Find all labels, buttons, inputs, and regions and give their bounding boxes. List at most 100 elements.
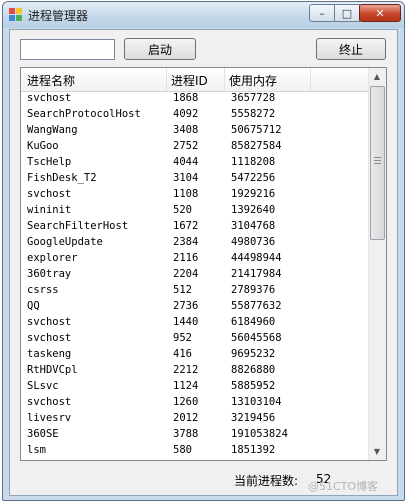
- column-divider[interactable]: [310, 68, 311, 91]
- table-row[interactable]: svchost 1440 6184960: [21, 315, 370, 331]
- process-name-input[interactable]: [20, 39, 115, 60]
- scroll-down-arrow-icon[interactable]: ▼: [369, 443, 385, 460]
- scrollbar-thumb[interactable]: [370, 86, 385, 240]
- start-button[interactable]: 启动: [124, 38, 196, 60]
- memory-cell: 1929216: [231, 188, 276, 200]
- grip-line: [374, 160, 381, 161]
- process-name-cell: svchost: [27, 188, 72, 200]
- memory-cell: 3657728: [231, 92, 276, 104]
- process-list[interactable]: 进程名称 进程ID 使用内存 svchost 1868 3657728 SearchP…: [20, 67, 387, 461]
- process-id-cell: 2012: [173, 412, 199, 424]
- process-name-cell: 360tray: [27, 268, 72, 280]
- memory-cell: 1851392: [231, 444, 276, 456]
- vertical-scrollbar[interactable]: ▲ ▼: [368, 68, 386, 460]
- memory-cell: 1118208: [231, 156, 276, 168]
- process-name-cell: 360SE: [27, 428, 59, 440]
- memory-cell: 13103104: [231, 396, 282, 408]
- process-name-cell: TscHelp: [27, 156, 72, 168]
- process-name-cell: RtHDVCpl: [27, 364, 78, 376]
- process-name-cell: QQ: [27, 300, 40, 312]
- memory-cell: 3104768: [231, 220, 276, 232]
- process-id-cell: 952: [173, 332, 192, 344]
- process-id-cell: 1868: [173, 92, 199, 104]
- table-row[interactable]: svchost 1108 1929216: [21, 187, 370, 203]
- table-row[interactable]: wininit 520 1392640: [21, 203, 370, 219]
- memory-cell: 5885952: [231, 380, 276, 392]
- process-name-cell: svchost: [27, 332, 72, 344]
- memory-cell: 9695232: [231, 348, 276, 360]
- process-name-cell: wininit: [27, 204, 72, 216]
- client-area: 启动 终止 进程名称 进程ID 使用内存 svchost 1868 3657728 S…: [9, 29, 398, 496]
- process-id-cell: 2736: [173, 300, 199, 312]
- memory-cell: 21417984: [231, 268, 282, 280]
- column-header-pid[interactable]: 进程ID: [171, 72, 208, 89]
- table-row[interactable]: QQ 2736 55877632: [21, 299, 370, 315]
- table-row[interactable]: TscHelp 4044 1118208: [21, 155, 370, 171]
- process-id-cell: 416: [173, 348, 192, 360]
- process-count-label: 当前进程数:: [234, 474, 299, 488]
- process-id-cell: 520: [173, 204, 192, 216]
- column-header-memory[interactable]: 使用内存: [229, 72, 277, 89]
- process-id-cell: 1124: [173, 380, 199, 392]
- process-id-cell: 4092: [173, 108, 199, 120]
- table-row[interactable]: WangWang 3408 50675712: [21, 123, 370, 139]
- process-id-cell: 3788: [173, 428, 199, 440]
- minimize-button[interactable]: –: [309, 4, 335, 22]
- table-row[interactable]: GoogleUpdate 2384 4980736: [21, 235, 370, 251]
- table-row[interactable]: 360SE 3788 191053824: [21, 427, 370, 443]
- table-row[interactable]: FishDesk_T2 3104 5472256: [21, 171, 370, 187]
- title-bar[interactable]: 进程管理器 – □ ✕: [3, 2, 404, 28]
- close-icon: ✕: [375, 6, 385, 20]
- process-id-cell: 1108: [173, 188, 199, 200]
- table-row[interactable]: svchost 952 56045568: [21, 331, 370, 347]
- process-name-cell: svchost: [27, 316, 72, 328]
- process-name-cell: KuGoo: [27, 140, 59, 152]
- column-divider[interactable]: [166, 68, 167, 91]
- memory-cell: 50675712: [231, 124, 282, 136]
- process-id-cell: 2212: [173, 364, 199, 376]
- process-id-cell: 4044: [173, 156, 199, 168]
- maximize-icon: □: [341, 6, 353, 20]
- list-header: 进程名称 进程ID 使用内存: [21, 68, 370, 92]
- process-id-cell: 2116: [173, 252, 199, 264]
- table-row[interactable]: SLsvc 1124 5885952: [21, 379, 370, 395]
- process-id-cell: 2204: [173, 268, 199, 280]
- memory-cell: 4980736: [231, 236, 276, 248]
- table-row[interactable]: SearchProtocolHost 4092 5558272: [21, 107, 370, 123]
- scroll-up-arrow-icon[interactable]: ▲: [369, 68, 385, 85]
- process-name-cell: SearchProtocolHost: [27, 108, 141, 120]
- process-name-cell: SLsvc: [27, 380, 59, 392]
- table-row[interactable]: livesrv 2012 3219456: [21, 411, 370, 427]
- table-row[interactable]: csrss 512 2789376: [21, 283, 370, 299]
- stop-button[interactable]: 终止: [316, 38, 386, 60]
- table-row[interactable]: explorer 2116 44498944: [21, 251, 370, 267]
- process-name-cell: taskeng: [27, 348, 72, 360]
- window-title: 进程管理器: [28, 9, 89, 23]
- grip-line: [374, 163, 381, 164]
- process-id-cell: 1260: [173, 396, 199, 408]
- close-button[interactable]: ✕: [359, 4, 401, 22]
- minimize-icon: –: [319, 6, 325, 20]
- table-row[interactable]: RtHDVCpl 2212 8826880: [21, 363, 370, 379]
- maximize-button[interactable]: □: [334, 4, 360, 22]
- table-row[interactable]: taskeng 416 9695232: [21, 347, 370, 363]
- table-row[interactable]: lsm 580 1851392: [21, 443, 370, 459]
- process-name-cell: FishDesk_T2: [27, 172, 97, 184]
- process-id-cell: 3104: [173, 172, 199, 184]
- memory-cell: 1392640: [231, 204, 276, 216]
- process-name-cell: svchost: [27, 92, 72, 104]
- process-name-cell: lsm: [27, 444, 46, 456]
- memory-cell: 55877632: [231, 300, 282, 312]
- process-name-cell: SearchFilterHost: [27, 220, 129, 232]
- memory-cell: 85827584: [231, 140, 282, 152]
- table-row[interactable]: KuGoo 2752 85827584: [21, 139, 370, 155]
- table-row[interactable]: SearchFilterHost 1672 3104768: [21, 219, 370, 235]
- memory-cell: 2789376: [231, 284, 276, 296]
- table-row[interactable]: svchost 1260 13103104: [21, 395, 370, 411]
- column-header-name[interactable]: 进程名称: [27, 72, 75, 89]
- process-id-cell: 2752: [173, 140, 199, 152]
- column-divider[interactable]: [224, 68, 225, 91]
- table-row[interactable]: svchost 1868 3657728: [21, 91, 370, 107]
- table-row[interactable]: 360tray 2204 21417984: [21, 267, 370, 283]
- memory-cell: 5472256: [231, 172, 276, 184]
